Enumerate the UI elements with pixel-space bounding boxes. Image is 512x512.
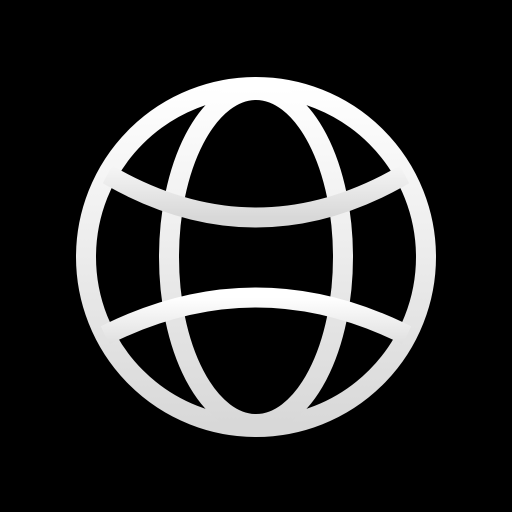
globe-icon-svg [76,77,436,437]
globe-outer-ring [76,77,436,437]
globe-latitude-lower [86,287,426,364]
globe-icon [0,0,512,512]
globe-meridian [159,87,353,427]
icon-canvas [0,0,512,512]
